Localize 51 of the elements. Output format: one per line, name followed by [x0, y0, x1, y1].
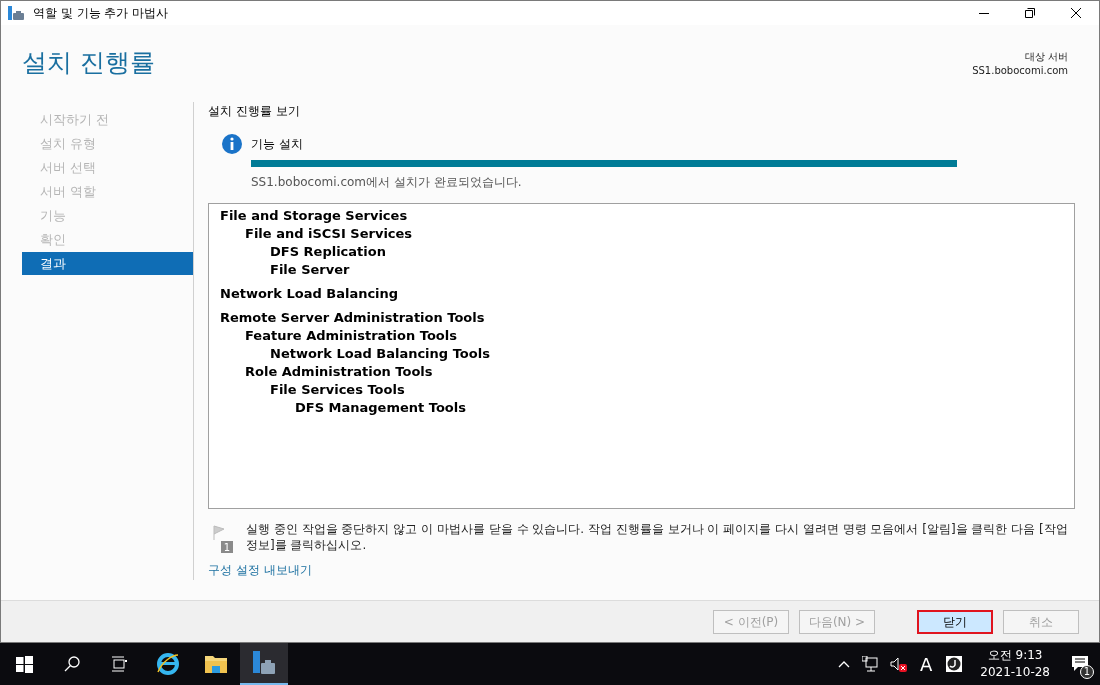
notification-center-button[interactable]: 1 [1060, 643, 1100, 685]
close-icon [1071, 8, 1081, 18]
server-toolbox-icon [252, 650, 276, 676]
target-server-label: 대상 서버 [1024, 50, 1068, 64]
wizard-step[interactable]: 서버 역할 [22, 180, 193, 203]
wizard-step[interactable]: 시작하기 전 [22, 108, 193, 131]
windows-logo-icon [15, 655, 33, 673]
result-item: File and iSCSI Services [245, 225, 413, 243]
network-icon[interactable] [861, 656, 878, 672]
clock-date: 2021-10-28 [980, 664, 1050, 681]
status-message: SS1.bobocomi.com에서 설치가 완료되었습니다. [251, 174, 522, 191]
clock[interactable]: 오전 9:13 2021-10-28 [980, 647, 1050, 681]
clock-time: 오전 9:13 [987, 647, 1043, 664]
ime-icon[interactable] [946, 656, 963, 672]
result-item: Feature Administration Tools [245, 327, 457, 345]
info-note: 실행 중인 작업을 중단하지 않고 이 마법사를 닫을 수 있습니다. 작업 진행률을 보거나 이 페이지를 다시 열려면 명령 모음에서 [알림]을 클릭한 다음 [작업 정보]를 클릭하십시오. [246, 521, 1069, 553]
status-title: 기능 설치 [251, 136, 303, 153]
result-item: File Server [270, 261, 350, 279]
wizard-step[interactable]: 결과 [22, 252, 193, 275]
restore-icon [1025, 8, 1035, 18]
page-title: 설치 진행률 [22, 47, 155, 79]
result-item: Remote Server Administration Tools [220, 309, 485, 327]
target-server-value: SS1.bobocomi.com [972, 64, 1068, 78]
result-item: DFS Replication [270, 243, 386, 261]
wizard-button[interactable]: 닫기 [917, 609, 993, 634]
export-settings-link[interactable]: 구성 설정 내보내기 [208, 561, 312, 579]
result-item: File and Storage Services [220, 207, 408, 225]
section-heading: 설치 진행률 보기 [208, 103, 300, 120]
input-indicator[interactable]: A [919, 650, 933, 678]
result-item: File Services Tools [270, 381, 405, 399]
folder-icon [204, 654, 228, 674]
browser-e-icon [156, 652, 180, 676]
result-item: Role Administration Tools [245, 363, 433, 381]
result-item: Network Load Balancing Tools [270, 345, 490, 363]
server-toolbox-icon [7, 5, 25, 21]
info-icon [222, 134, 242, 154]
chevron-up-icon[interactable] [837, 660, 850, 668]
task-view-icon [112, 656, 128, 672]
window-title: 역할 및 기능 추가 마법사 [33, 5, 169, 22]
wizard-step[interactable]: 기능 [22, 204, 193, 227]
speaker-muted-icon[interactable] [889, 656, 908, 672]
wizard-step[interactable]: 설치 유형 [22, 132, 193, 155]
notification-badge: 1 [1080, 665, 1094, 679]
message-icon [1071, 655, 1089, 673]
result-item: Network Load Balancing [220, 285, 399, 303]
wizard-taskbar-button[interactable] [240, 643, 288, 685]
minimize-icon [979, 12, 989, 14]
search-icon [64, 656, 80, 672]
wizard-step[interactable]: 확인 [22, 228, 193, 251]
wizard-step[interactable]: 서버 선택 [22, 156, 193, 179]
result-item: DFS Management Tools [295, 399, 466, 417]
